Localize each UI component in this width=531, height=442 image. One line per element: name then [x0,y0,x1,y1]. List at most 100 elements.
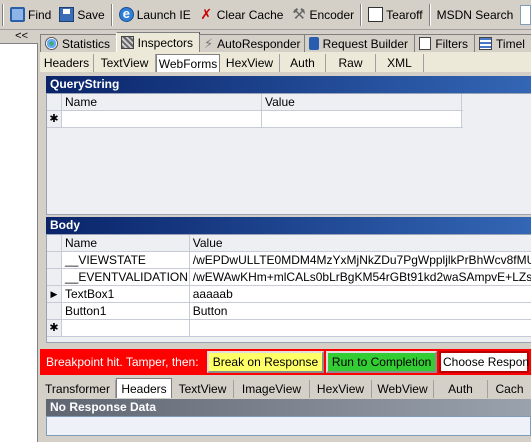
tab-inspectors[interactable]: Inspectors [116,32,201,52]
request-builder-icon [309,37,319,50]
tab-response-caching[interactable]: Cach [488,380,531,398]
main-tab-strip: Statistics Inspectors ⚡ AutoResponder Re… [40,32,531,52]
tab-response-headers[interactable]: Headers [116,378,172,398]
body-name-cell[interactable]: __EVENTVALIDATION [62,269,190,285]
clear-cache-button[interactable]: ✗ Clear Cache [195,3,288,27]
tab-inspectors-label: Inspectors [137,35,194,50]
lightning-icon: ⚡ [204,36,214,51]
body-value-cell[interactable]: aaaaab [189,286,531,302]
querystring-new-value-cell[interactable] [262,111,462,127]
tearoff-icon [368,7,384,22]
toolbar-separator [2,3,4,26]
inspector-pane: Statistics Inspectors ⚡ AutoResponder Re… [40,30,531,442]
tab-request-textview[interactable]: TextView [94,54,156,72]
encoder-icon: ⚒ [292,6,306,23]
body-new-name-cell[interactable] [62,320,190,336]
find-icon [10,7,25,22]
tab-response-webview[interactable]: WebView [372,380,434,398]
row-marker [47,252,62,268]
request-inspector-tabs: Headers TextView WebForms HexView Auth R… [40,52,531,72]
tab-request-webforms[interactable]: WebForms [156,54,220,72]
main-toolbar: Find Save Launch IE ✗ Clear Cache ⚒ Enco… [0,0,531,30]
table-row[interactable]: ▶ TextBox1 aaaaab [47,286,531,303]
tab-response-hexview[interactable]: HexView [310,380,372,398]
tearoff-button[interactable]: Tearoff [364,3,426,27]
run-to-completion-button[interactable]: Run to Completion [326,351,437,373]
clear-cache-label: Clear Cache [216,7,284,22]
breakpoint-label: Breakpoint hit. Tamper, then: [46,355,199,369]
tab-timeline[interactable]: Timel [474,34,531,52]
tab-request-builder[interactable]: Request Builder [304,34,416,52]
body-grid[interactable]: Name Value __VIEWSTATE /wEPDwULLTE0MDM4M… [46,234,531,343]
tab-statistics-label: Statistics [62,36,111,51]
row-marker [47,269,62,285]
querystring-new-name-cell[interactable] [62,111,262,127]
querystring-header: QueryString [46,76,531,93]
querystring-new-row[interactable]: ✱ [47,111,463,128]
tab-response-imageview[interactable]: ImageView [234,380,310,398]
launch-ie-label: Launch IE [136,7,191,22]
tab-timeline-label: Timel [496,36,525,51]
table-row[interactable]: __VIEWSTATE /wEPDwULLTE0MDM4MzYxMjNkZDu7… [47,252,531,269]
session-list-pane[interactable]: << [0,30,38,442]
msdn-search-input[interactable] [520,4,531,25]
no-response-header: No Response Data [46,399,531,416]
tab-statistics[interactable]: Statistics [40,34,118,52]
body-name-cell[interactable]: __VIEWSTATE [62,252,190,268]
launch-ie-button[interactable]: Launch IE [115,3,195,27]
tab-request-headers[interactable]: Headers [40,54,94,72]
tab-request-auth[interactable]: Auth [280,54,326,72]
save-button[interactable]: Save [55,3,108,27]
body-new-row[interactable]: ✱ [47,320,531,337]
body-name-cell[interactable]: Button1 [62,303,190,319]
response-headers-view [46,416,531,436]
save-icon [59,7,75,22]
body-name-cell[interactable]: TextBox1 [62,286,190,302]
tab-filters-label: Filters [435,36,469,51]
tab-filters[interactable]: Filters [414,34,476,52]
encoder-button[interactable]: ⚒ Encoder [287,3,358,27]
choose-response-dropdown[interactable]: Choose Respon [439,351,529,373]
tearoff-label: Tearoff [386,7,423,22]
statistics-icon [45,37,58,50]
tab-autoresponder-label: AutoResponder [217,36,301,51]
tab-response-transformer[interactable]: Transformer [40,380,116,398]
tab-request-builder-label: Request Builder [322,36,409,51]
row-marker [47,303,62,319]
table-row[interactable]: __EVENTVALIDATION /wEWAwKHm+mlCALs0bLrBg… [47,269,531,286]
new-row-icon: ✱ [47,320,62,336]
clear-cache-icon: ✗ [200,6,213,22]
querystring-name-column[interactable]: Name [62,94,262,110]
break-on-response-button[interactable]: Break on Response [206,351,325,373]
inspectors-icon [121,36,134,49]
new-row-icon: ✱ [47,111,62,127]
msdn-search-label: MSDN Search [436,7,514,22]
body-value-cell[interactable]: /wEWAwKHm+mlCALs0bLrBgKM54rGBt91kd2waSAm… [189,269,531,285]
toolbar-separator [360,3,363,26]
internet-explorer-icon [118,6,134,22]
body-value-column[interactable]: Value [189,235,531,251]
body-value-cell[interactable]: /wEPDwULLTE0MDM4MzYxMjNkZDu7PgWppljlkPrB… [189,252,531,268]
tab-autoresponder[interactable]: ⚡ AutoResponder [199,34,306,52]
tab-request-hexview[interactable]: HexView [220,54,280,72]
querystring-value-column[interactable]: Value [262,94,462,110]
toolbar-separator [110,3,113,26]
tab-response-auth[interactable]: Auth [434,380,488,398]
row-header-corner [47,94,62,110]
save-label: Save [77,7,105,22]
querystring-grid[interactable]: Name Value ✱ [46,93,531,215]
tab-response-textview[interactable]: TextView [172,380,234,398]
body-new-value-cell[interactable] [189,320,531,336]
toolbar-separator [428,3,431,26]
find-button[interactable]: Find [6,3,55,27]
body-grid-header: Name Value [47,235,531,252]
body-header: Body [46,217,531,234]
table-row[interactable]: Button1 Button [47,303,531,320]
filters-checkbox-icon [419,37,432,50]
collapse-pane-button[interactable]: << [0,30,38,44]
find-label: Find [28,7,52,22]
tab-request-raw[interactable]: Raw [326,54,376,72]
tab-request-xml[interactable]: XML [376,54,424,72]
body-name-column[interactable]: Name [62,235,190,251]
body-value-cell[interactable]: Button [189,303,531,319]
